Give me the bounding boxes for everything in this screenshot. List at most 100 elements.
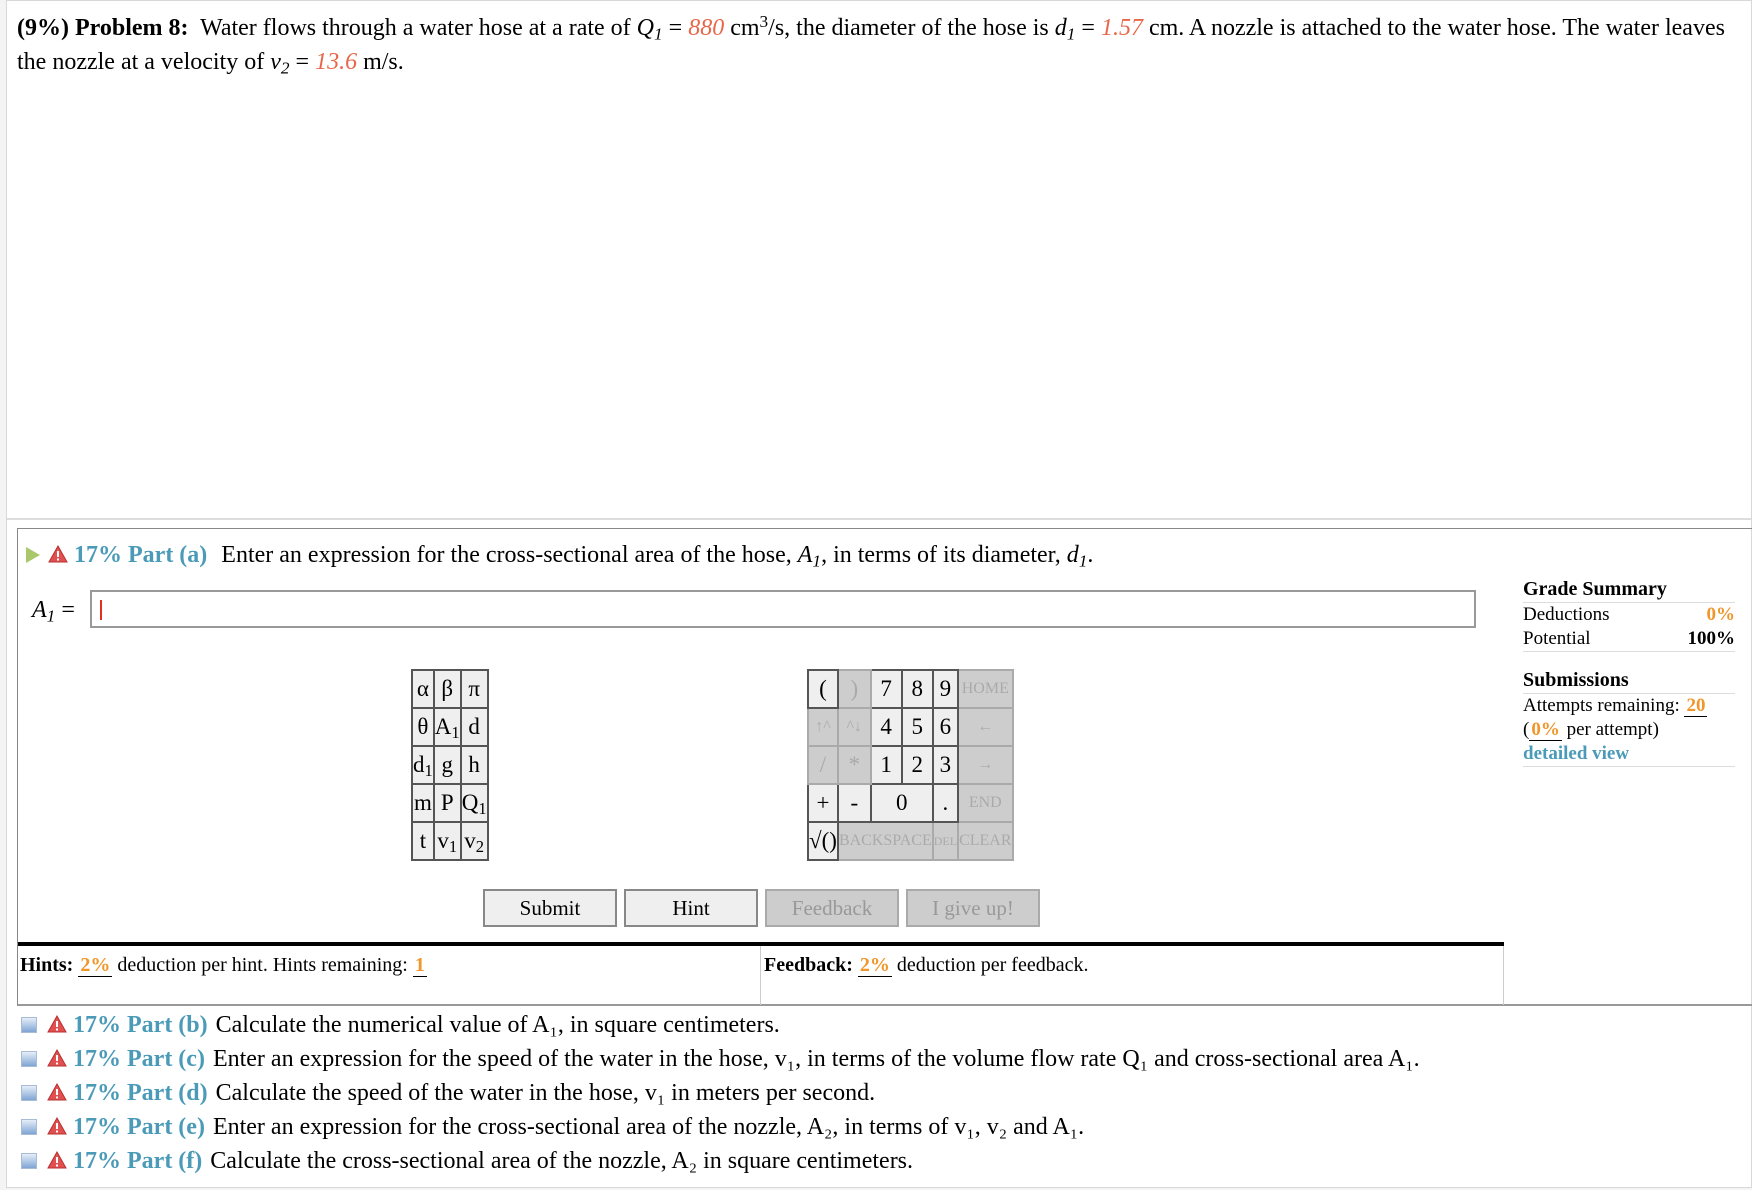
warning-icon bbox=[47, 1015, 67, 1033]
part-d-row[interactable]: 17% Part (d) Calculate the speed of the w… bbox=[21, 1076, 1420, 1110]
key-pi[interactable]: π bbox=[459, 669, 489, 709]
part-c-row[interactable]: 17% Part (c) Enter an expression for the … bbox=[21, 1042, 1420, 1076]
key-0[interactable]: 0 bbox=[869, 783, 934, 823]
part-d-label[interactable]: 17% Part (d) bbox=[73, 1080, 208, 1106]
collapsed-part-icon[interactable] bbox=[21, 1017, 37, 1033]
key-q1[interactable]: Q1 bbox=[459, 783, 489, 823]
key-m[interactable]: m bbox=[411, 783, 435, 823]
key-plus[interactable]: + bbox=[807, 783, 839, 823]
key-close-paren[interactable]: ) bbox=[836, 669, 872, 709]
var-d: d1 bbox=[1054, 15, 1076, 44]
part-b-row[interactable]: 17% Part (b) Calculate the numerical valu… bbox=[21, 1008, 1420, 1042]
part-b-label[interactable]: 17% Part (b) bbox=[73, 1012, 208, 1038]
give-up-button[interactable]: I give up! bbox=[906, 889, 1040, 927]
key-alpha[interactable]: α bbox=[411, 669, 435, 709]
part-e-label[interactable]: 17% Part (e) bbox=[73, 1114, 205, 1140]
submit-button[interactable]: Submit bbox=[483, 889, 617, 927]
key-divide[interactable]: / bbox=[807, 745, 839, 785]
expand-arrow-icon[interactable] bbox=[26, 547, 40, 563]
key-minus[interactable]: - bbox=[836, 783, 872, 823]
unit: cm bbox=[730, 15, 760, 41]
text-caret bbox=[100, 600, 102, 620]
potential-value: 100% bbox=[1687, 628, 1736, 649]
collapsed-part-icon[interactable] bbox=[21, 1085, 37, 1101]
other-parts-list: 17% Part (b) Calculate the numerical valu… bbox=[21, 1008, 1420, 1178]
answer-input[interactable] bbox=[90, 590, 1476, 628]
key-d[interactable]: d bbox=[459, 707, 489, 747]
warning-icon bbox=[47, 1049, 67, 1067]
key-del[interactable]: DEL bbox=[931, 821, 960, 861]
grade-summary: Grade Summary Deductions 0% Potential 100%… bbox=[1523, 577, 1735, 767]
attempts-remaining: Attempts remaining: 20 bbox=[1523, 695, 1708, 717]
part-d-text: Calculate the speed of the water in the … bbox=[215, 1080, 876, 1106]
given-v-value: 13.6 bbox=[315, 49, 358, 75]
collapsed-part-icon[interactable] bbox=[21, 1153, 37, 1169]
problem-text: Water flows through a water hose at a ra… bbox=[200, 15, 631, 41]
part-e-row[interactable]: 17% Part (e) Enter an expression for the … bbox=[21, 1110, 1420, 1144]
key-a1[interactable]: A1 bbox=[432, 707, 462, 747]
key-h[interactable]: h bbox=[459, 745, 489, 785]
variable-keypad: α β π θ A1 d d1 g h m P Q1 t v1 v2 bbox=[411, 669, 489, 861]
key-v1[interactable]: v1 bbox=[432, 821, 462, 861]
key-2[interactable]: 2 bbox=[900, 745, 934, 785]
key-g[interactable]: g bbox=[432, 745, 462, 785]
key-t[interactable]: t bbox=[411, 821, 435, 861]
key-home[interactable]: HOME bbox=[957, 669, 1014, 709]
key-3[interactable]: 3 bbox=[931, 745, 960, 785]
var-v: v2 bbox=[270, 49, 290, 78]
hints-remaining: 1 bbox=[412, 954, 427, 977]
key-backspace[interactable]: BACKSPACE bbox=[836, 821, 934, 861]
problem-weight: (9%) bbox=[17, 15, 69, 41]
feedback-info: Feedback: 2% deduction per feedback. bbox=[760, 946, 1088, 1005]
divider bbox=[7, 518, 1751, 520]
key-down-power[interactable]: ^↓ bbox=[836, 707, 872, 747]
part-f-row[interactable]: 17% Part (f) Calculate the cross-sectiona… bbox=[21, 1144, 1420, 1178]
key-1[interactable]: 1 bbox=[869, 745, 903, 785]
given-q-value: 880 bbox=[688, 15, 725, 41]
problem-title: Problem 8: bbox=[74, 15, 189, 41]
key-right-arrow[interactable]: → bbox=[957, 745, 1014, 785]
key-multiply[interactable]: * bbox=[836, 745, 872, 785]
feedback-button[interactable]: Feedback bbox=[765, 889, 899, 927]
given-d-value: 1.57 bbox=[1100, 15, 1143, 41]
key-end[interactable]: END bbox=[957, 783, 1014, 823]
equals: = bbox=[668, 15, 683, 41]
key-p[interactable]: P bbox=[432, 783, 462, 823]
hint-button[interactable]: Hint bbox=[624, 889, 758, 927]
part-a-label[interactable]: 17% Part (a) bbox=[74, 542, 207, 568]
part-f-text: Calculate the cross-sectional area of th… bbox=[210, 1148, 914, 1174]
unit: m/s. bbox=[363, 49, 404, 75]
key-7[interactable]: 7 bbox=[869, 669, 903, 709]
collapsed-part-icon[interactable] bbox=[21, 1119, 37, 1135]
key-8[interactable]: 8 bbox=[900, 669, 934, 709]
potential-row: Potential 100% bbox=[1523, 627, 1735, 652]
key-d1[interactable]: d1 bbox=[411, 745, 435, 785]
period: . bbox=[1087, 542, 1094, 568]
problem-container: (9%) Problem 8: Water flows through a wa… bbox=[6, 0, 1752, 1188]
key-theta[interactable]: θ bbox=[411, 707, 435, 747]
per-attempt: (0% per attempt) bbox=[1523, 719, 1659, 741]
key-clear[interactable]: CLEAR bbox=[957, 821, 1014, 861]
attempts-value: 20 bbox=[1684, 695, 1708, 717]
key-5[interactable]: 5 bbox=[900, 707, 934, 747]
key-left-arrow[interactable]: ← bbox=[957, 707, 1014, 747]
key-sqrt[interactable]: √() bbox=[807, 821, 839, 861]
var-q: Q1 bbox=[636, 15, 663, 44]
collapsed-part-icon[interactable] bbox=[21, 1051, 37, 1067]
warning-icon bbox=[47, 1151, 67, 1169]
part-c-label[interactable]: 17% Part (c) bbox=[73, 1046, 205, 1072]
key-6[interactable]: 6 bbox=[931, 707, 960, 747]
key-4[interactable]: 4 bbox=[869, 707, 903, 747]
key-up-power[interactable]: ↑^ bbox=[807, 707, 839, 747]
key-open-paren[interactable]: ( bbox=[807, 669, 839, 709]
detailed-view-link[interactable]: detailed view bbox=[1523, 743, 1629, 764]
part-a-header[interactable]: 17% Part (a) Enter an expression for the… bbox=[26, 539, 1093, 571]
key-9[interactable]: 9 bbox=[931, 669, 960, 709]
key-v2[interactable]: v2 bbox=[459, 821, 489, 861]
key-dot[interactable]: . bbox=[931, 783, 960, 823]
deductions-value: 0% bbox=[1706, 604, 1736, 625]
key-beta[interactable]: β bbox=[432, 669, 462, 709]
submissions-title: Submissions bbox=[1523, 668, 1735, 694]
part-a-prompt: Enter an expression for the cross-sectio… bbox=[221, 542, 792, 568]
part-f-label[interactable]: 17% Part (f) bbox=[73, 1148, 202, 1174]
